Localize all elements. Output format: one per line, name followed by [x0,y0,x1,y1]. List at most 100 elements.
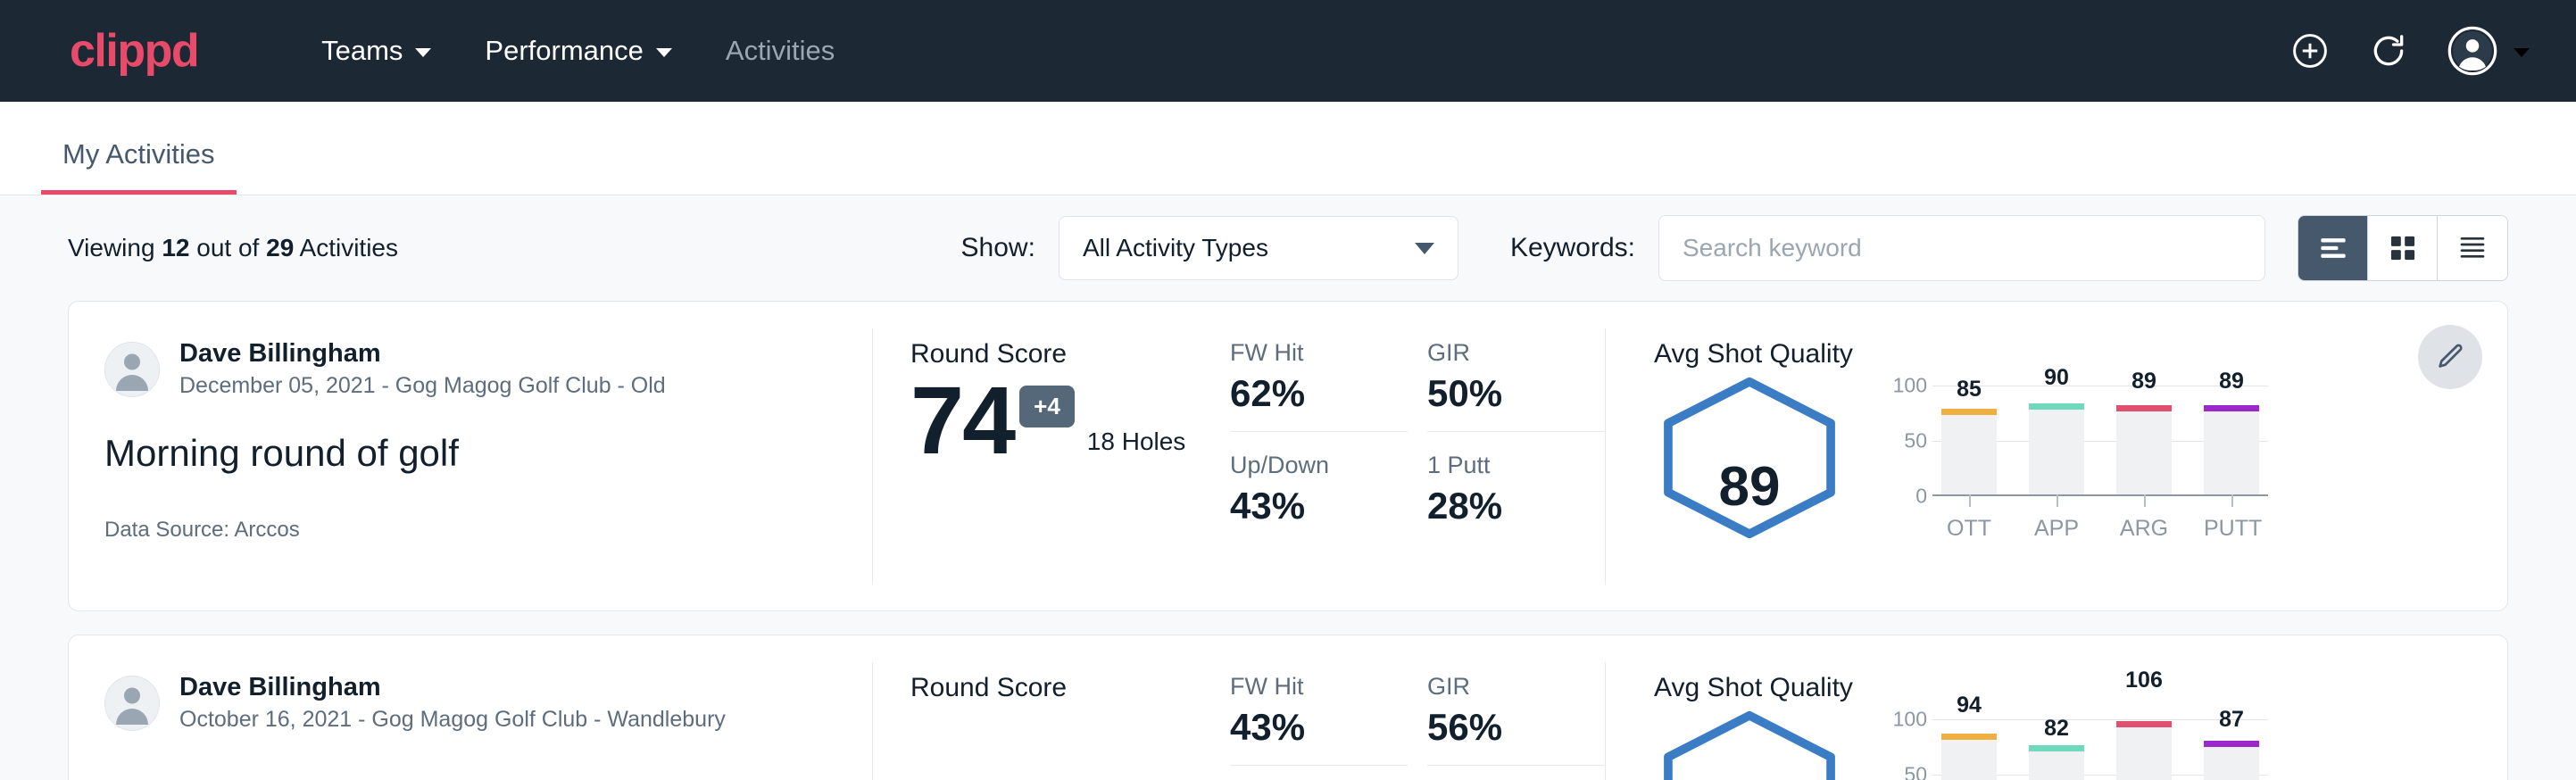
main-content: Viewing 12 out of 29 Activities Show: Al… [0,195,2576,780]
viewing-mid: out of [196,234,259,261]
hexagon-icon [1654,709,1845,780]
score-diff-badge: +4 [1019,386,1075,427]
player-header: Dave Billingham October 16, 2021 - Gog M… [104,671,872,735]
search-input[interactable] [1658,215,2265,281]
person-icon [105,676,159,730]
bar-value-ott: 94 [1941,693,1997,718]
x-label-app: APP [2029,516,2084,542]
app-logo[interactable]: clippd [70,28,198,74]
stat-one-putt: 1 Putt 28% [1427,432,1605,527]
bar-value-arg: 106 [2116,668,2172,693]
bar-column-ott: 94 [1941,734,1997,780]
add-button[interactable] [2290,31,2330,71]
list-view-icon [2318,235,2348,261]
show-label: Show: [961,233,1035,263]
view-mode-grid-button[interactable] [2368,216,2438,280]
x-tick-arg [2144,494,2146,507]
player-name: Dave Billingham [179,671,726,703]
round-score-section: Round Score 74 +4 18 Holes [873,302,1230,610]
stats-grid: FW Hit 43% GIR 56% [1230,673,1605,766]
bar-column-app: 82 [2029,745,2084,780]
view-mode-compact-button[interactable] [2438,216,2507,280]
activity-card[interactable]: Dave Billingham December 05, 2021 - Gog … [68,301,2508,611]
player-name: Dave Billingham [179,337,666,369]
avg-shot-quality-label: Avg Shot Quality [1654,673,2507,703]
stat-fw-hit-value: 43% [1230,706,1408,749]
viewing-count: 12 [162,234,189,261]
bar-value-putt: 89 [2204,369,2259,394]
refresh-icon [2369,31,2408,71]
activity-type-select[interactable]: All Activity Types [1059,216,1458,280]
view-mode-list-button[interactable] [2298,216,2368,280]
bar-app [2029,745,2084,780]
bar-putt [2204,741,2259,780]
tab-my-activities[interactable]: My Activities [41,138,237,195]
stat-fw-hit-value: 62% [1230,372,1408,415]
activity-data-source: Data Source: Arccos [104,518,872,543]
nav-item-activities-label: Activities [726,35,835,67]
bar-value-app: 90 [2029,365,2084,391]
nav-item-performance[interactable]: Performance [458,35,698,67]
y-tick-50: 50 [1904,763,1927,780]
main-nav: Teams Performance Activities [295,35,861,67]
y-tick-100: 100 [1893,374,1927,398]
round-score-value: 74 [910,375,1014,467]
keywords-label: Keywords: [1510,233,1635,263]
bar-value-ott: 85 [1941,377,1997,402]
viewing-summary: Viewing 12 out of 29 Activities [68,234,398,262]
top-navigation-bar: clippd Teams Performance Activities [0,0,2576,102]
stat-fw-hit: FW Hit 62% [1230,339,1408,432]
viewing-total: 29 [266,234,294,261]
y-tick-0: 0 [1915,485,1927,509]
tab-bar: My Activities [0,102,2576,195]
round-stats-section: FW Hit 43% GIR 56% [1230,635,1605,780]
stat-fw-hit-label: FW Hit [1230,339,1408,367]
chevron-down-icon [2514,48,2530,57]
person-icon [105,342,159,396]
activity-meta: December 05, 2021 - Gog Magog Golf Club … [179,371,666,402]
activity-meta: October 16, 2021 - Gog Magog Golf Club -… [179,705,726,735]
nav-item-teams[interactable]: Teams [295,35,458,67]
refresh-button[interactable] [2369,31,2408,71]
bar-ott [1941,734,1997,780]
bar-value-app: 82 [2029,716,2084,742]
viewing-prefix: Viewing [68,234,155,261]
user-menu[interactable] [2447,26,2530,76]
bar-column-putt: 89 [2204,405,2259,494]
round-score-label: Round Score [910,673,1230,703]
avg-shot-quality-section: Avg Shot Quality 100 50 0 [1606,635,2507,780]
edit-activity-button[interactable] [2418,325,2482,389]
filter-bar: Viewing 12 out of 29 Activities Show: Al… [68,195,2508,301]
x-tick-ott [1969,494,1971,507]
activity-type-value: All Activity Types [1083,234,1268,262]
chevron-down-icon [1415,243,1434,254]
nav-item-teams-label: Teams [321,35,403,67]
stat-gir-label: GIR [1427,673,1605,701]
holes-label: 18 Holes [1087,427,1186,456]
y-tick-50: 50 [1904,429,1927,453]
stat-fw-hit-label: FW Hit [1230,673,1408,701]
chart-x-labels: OTT APP ARG PUTT [1932,516,2268,542]
x-tick-app [2057,494,2058,507]
stat-one-putt-value: 28% [1427,485,1605,527]
stat-gir-value: 50% [1427,372,1605,415]
stat-up-down-value: 43% [1230,485,1408,527]
bar-column-putt: 87 [2204,741,2259,780]
chart-y-axis: 100 50 0 [1877,386,1932,496]
chevron-down-icon [656,48,672,57]
stat-up-down-label: Up/Down [1230,452,1408,479]
stat-fw-hit: FW Hit 43% [1230,673,1408,766]
chart-y-axis: 100 50 0 [1877,719,1932,780]
grid-view-icon [2389,234,2417,262]
bar-column-ott: 85 [1941,409,1997,494]
activity-info: Dave Billingham October 16, 2021 - Gog M… [69,635,872,780]
bar-value-arg: 89 [2116,369,2172,394]
activity-card[interactable]: Dave Billingham October 16, 2021 - Gog M… [68,635,2508,780]
avg-shot-quality-section: Avg Shot Quality 89 100 50 0 [1606,302,2507,610]
nav-item-activities[interactable]: Activities [699,35,861,67]
activity-title: Morning round of golf [104,432,872,475]
activity-info: Dave Billingham December 05, 2021 - Gog … [69,302,872,610]
stat-gir: GIR 56% [1427,673,1605,766]
avg-shot-quality-body: 89 100 50 0 85 [1654,375,2507,545]
plus-circle-icon [2290,31,2330,71]
